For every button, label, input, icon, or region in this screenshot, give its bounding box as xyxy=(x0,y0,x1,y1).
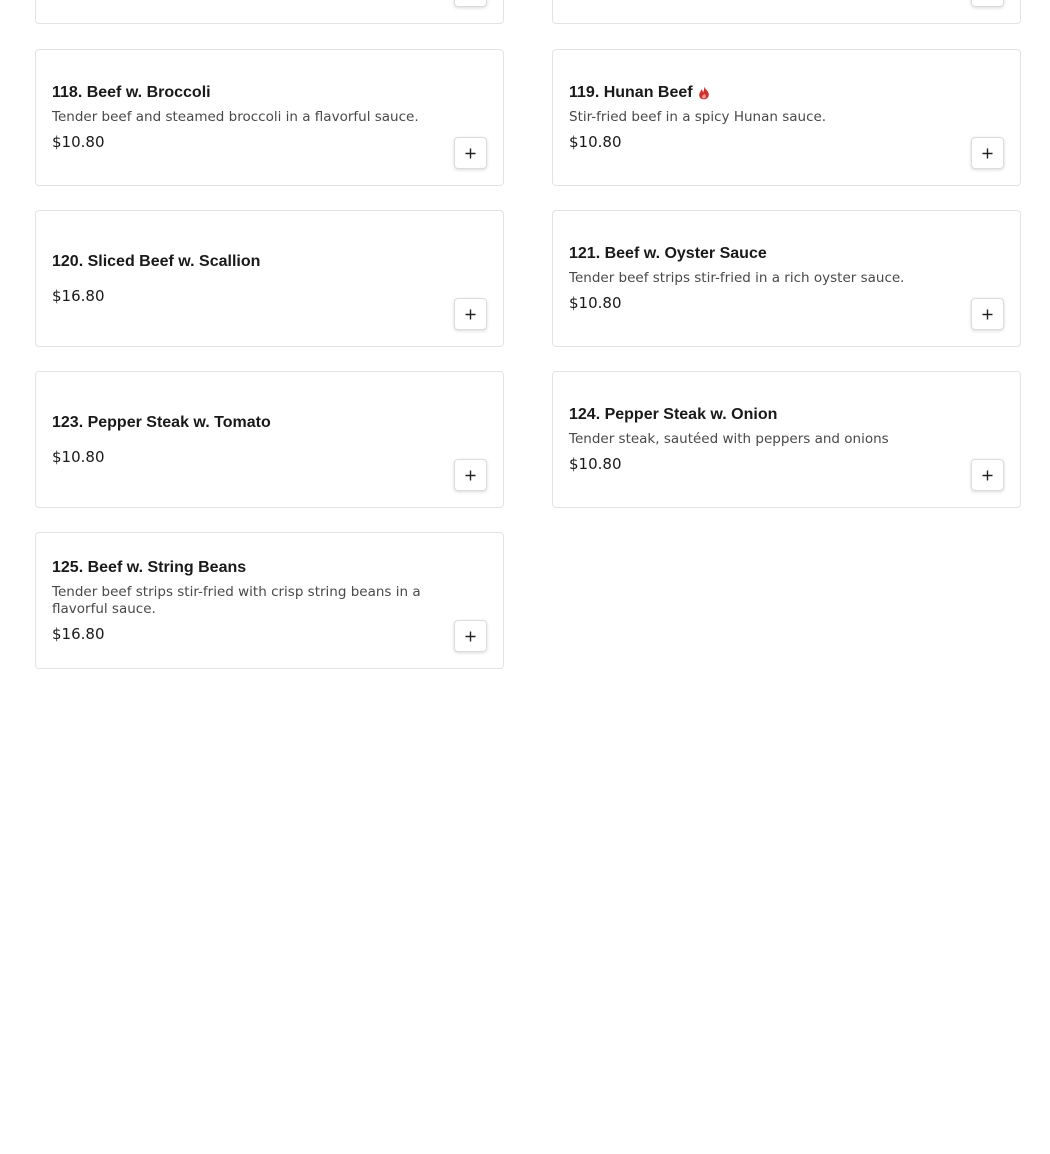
menu-item-price: $10.80 xyxy=(569,133,622,151)
menu-item-card[interactable]: 124. Pepper Steak w. Onion Tender steak,… xyxy=(552,371,1021,508)
menu-item-name: 124. Pepper Steak w. Onion xyxy=(569,406,778,423)
plus-icon xyxy=(982,470,993,480)
plus-icon xyxy=(465,470,476,480)
plus-icon xyxy=(982,309,993,319)
menu-item-name: 125. Beef w. String Beans xyxy=(52,558,247,576)
menu-item-description: Tender beef strips stir-fried with crisp… xyxy=(52,583,421,617)
add-to-cart-button[interactable] xyxy=(454,459,487,491)
menu-item-price: $10.80 xyxy=(52,133,105,151)
plus-icon xyxy=(465,148,476,158)
menu-item-card[interactable]: 120. Sliced Beef w. Scallion $16.80 xyxy=(35,210,504,347)
menu-item-card-partial[interactable] xyxy=(552,0,1021,24)
menu-item-card[interactable]: 123. Pepper Steak w. Tomato $10.80 xyxy=(35,371,504,508)
plus-icon xyxy=(465,309,476,319)
menu-item-price: $10.80 xyxy=(569,294,622,312)
menu-item-price: $10.80 xyxy=(569,455,622,473)
menu-item-description: Tender beef strips stir-fried in a rich … xyxy=(569,270,905,286)
menu-item-card[interactable]: 119. Hunan Beef Stir-fried beef in a spi… xyxy=(552,49,1021,186)
menu-item-card[interactable]: 121. Beef w. Oyster Sauce Tender beef st… xyxy=(552,210,1021,347)
add-to-cart-button[interactable] xyxy=(454,620,487,652)
menu-item-description: Tender steak, sautéed with peppers and o… xyxy=(569,431,889,447)
menu-item-name: 118. Beef w. Broccoli xyxy=(52,84,211,101)
add-to-cart-button[interactable] xyxy=(454,0,487,7)
menu-item-description: Tender beef and steamed broccoli in a fl… xyxy=(52,109,419,125)
add-to-cart-button[interactable] xyxy=(971,459,1004,491)
menu-item-card[interactable]: 118. Beef w. Broccoli Tender beef and st… xyxy=(35,49,504,186)
add-to-cart-button[interactable] xyxy=(971,0,1004,7)
menu-item-name: 119. Hunan Beef xyxy=(569,84,693,101)
menu-item-card-partial[interactable] xyxy=(35,0,504,24)
add-to-cart-button[interactable] xyxy=(971,137,1004,169)
menu-grid: 118. Beef w. Broccoli Tender beef and st… xyxy=(0,0,1050,1154)
menu-item-price: $16.80 xyxy=(52,624,105,643)
plus-icon xyxy=(465,631,476,641)
plus-icon xyxy=(982,148,993,158)
menu-item-price: $10.80 xyxy=(52,447,105,466)
menu-item-price: $16.80 xyxy=(52,286,105,305)
menu-item-card[interactable]: 125. Beef w. String Beans Tender beef st… xyxy=(35,532,504,669)
menu-item-name: 121. Beef w. Oyster Sauce xyxy=(569,245,767,262)
menu-item-name: 123. Pepper Steak w. Tomato xyxy=(52,413,271,431)
add-to-cart-button[interactable] xyxy=(971,298,1004,330)
add-to-cart-button[interactable] xyxy=(454,298,487,330)
add-to-cart-button[interactable] xyxy=(454,137,487,169)
menu-item-name-row: 119. Hunan Beef xyxy=(569,83,960,103)
flame-icon xyxy=(698,86,709,100)
menu-item-description: Stir-fried beef in a spicy Hunan sauce. xyxy=(569,109,827,125)
menu-item-name: 120. Sliced Beef w. Scallion xyxy=(52,252,261,270)
